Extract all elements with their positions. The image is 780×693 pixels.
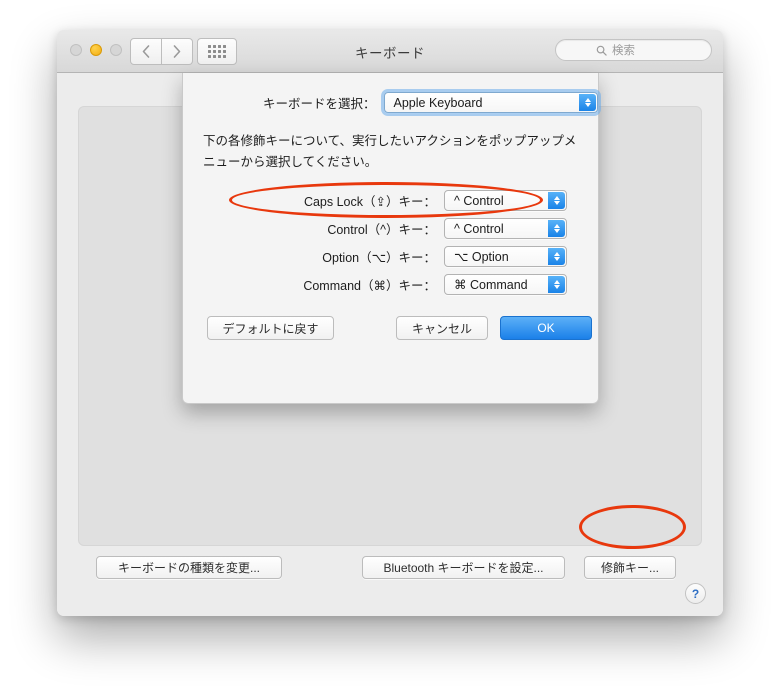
control-popup[interactable]: ^ Control [444, 218, 567, 239]
option-value: ⌥ Option [454, 250, 509, 264]
keyboard-select-popup[interactable]: Apple Keyboard [380, 89, 602, 116]
chevron-updown-icon [579, 94, 596, 111]
help-button[interactable]: ? [685, 583, 706, 604]
control-label: Control（^）キー： [327, 223, 436, 237]
setup-bluetooth-keyboard-button[interactable]: Bluetooth キーボードを設定... [362, 556, 565, 579]
caps-lock-row: Caps Lock（⇪）キー： ^ Control [183, 190, 598, 211]
keyboard-select-label: キーボードを選択： [263, 97, 376, 111]
search-field[interactable]: 検索 [555, 39, 712, 61]
chevron-updown-icon [548, 248, 565, 265]
control-row: Control（^）キー： ^ Control [183, 218, 598, 239]
keyboard-select-row: キーボードを選択： Apple Keyboard [183, 89, 602, 116]
keyboard-preferences-window: キーボード 検索 キーボードの種類を変更... Bluetooth キーボードを… [57, 30, 723, 616]
control-value: ^ Control [454, 221, 504, 236]
window-titlebar: キーボード 検索 [57, 30, 723, 73]
sheet-button-bar: デフォルトに戻す キャンセル OK [183, 316, 598, 340]
caps-lock-label: Caps Lock（⇪）キー： [303, 195, 436, 209]
search-icon [596, 45, 607, 56]
change-keyboard-type-button[interactable]: キーボードの種類を変更... [96, 556, 282, 579]
chevron-updown-icon [548, 192, 565, 209]
option-popup[interactable]: ⌥ Option [444, 246, 567, 267]
restore-defaults-button[interactable]: デフォルトに戻す [207, 316, 334, 340]
command-label: Command（⌘）キー： [303, 279, 436, 293]
sheet-description: 下の各修飾キーについて、実行したいアクションをポップアップメニューから選択してく… [203, 134, 577, 169]
caps-lock-popup[interactable]: ^ Control [444, 190, 567, 211]
cancel-button[interactable]: キャンセル [396, 316, 488, 340]
command-row: Command（⌘）キー： ⌘ Command [183, 274, 598, 295]
chevron-updown-icon [548, 220, 565, 237]
command-value: ⌘ Command [454, 278, 528, 292]
modifier-keys-sheet: キーボードを選択： Apple Keyboard 下の各修飾キーについて、実行し… [182, 73, 602, 404]
chevron-updown-icon [548, 276, 565, 293]
modifier-keys-button[interactable]: 修飾キー... [584, 556, 676, 579]
ok-button[interactable]: OK [500, 316, 592, 340]
keyboard-select-value: Apple Keyboard [393, 95, 483, 110]
option-label: Option（⌥）キー： [322, 251, 436, 265]
preference-pane-body: キーボードの種類を変更... Bluetooth キーボードを設定... 修飾キ… [57, 73, 723, 616]
caps-lock-value: ^ Control [454, 193, 504, 208]
command-popup[interactable]: ⌘ Command [444, 274, 567, 295]
option-row: Option（⌥）キー： ⌥ Option [183, 246, 598, 267]
search-placeholder: 検索 [612, 45, 635, 57]
